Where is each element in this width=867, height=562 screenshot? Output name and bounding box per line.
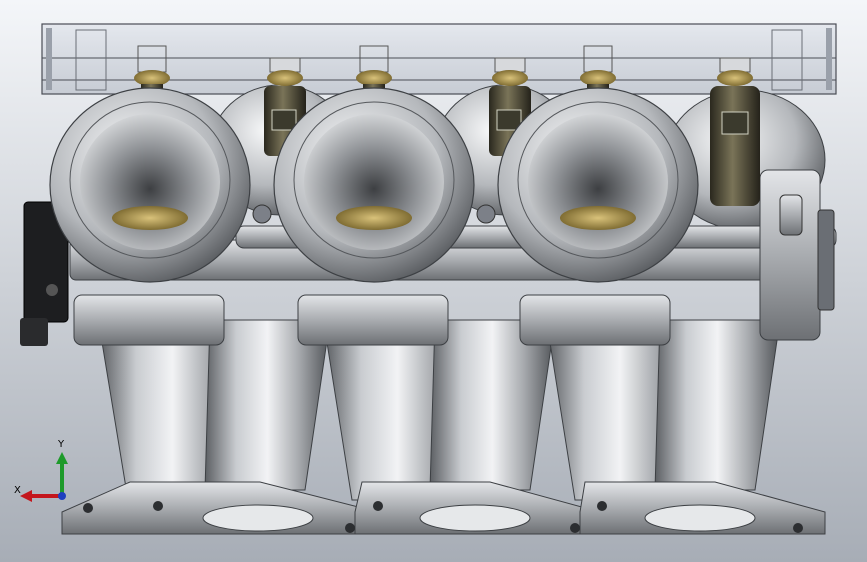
throttle-body-3 [497, 87, 699, 283]
throttle-bodies[interactable] [49, 87, 699, 283]
graphics-viewport[interactable]: Y X [0, 0, 867, 562]
triad-y-label: Y [58, 439, 65, 450]
throttle-body-2 [273, 87, 475, 283]
triad-axes [20, 452, 68, 502]
triad-x-label: X [14, 485, 21, 496]
view-orientation-triad[interactable]: Y X [14, 440, 84, 510]
throttle-body-1 [49, 87, 251, 283]
intake-manifold-model[interactable] [0, 0, 867, 562]
intake-runners[interactable] [99, 319, 781, 501]
port-flanges[interactable] [61, 481, 826, 535]
